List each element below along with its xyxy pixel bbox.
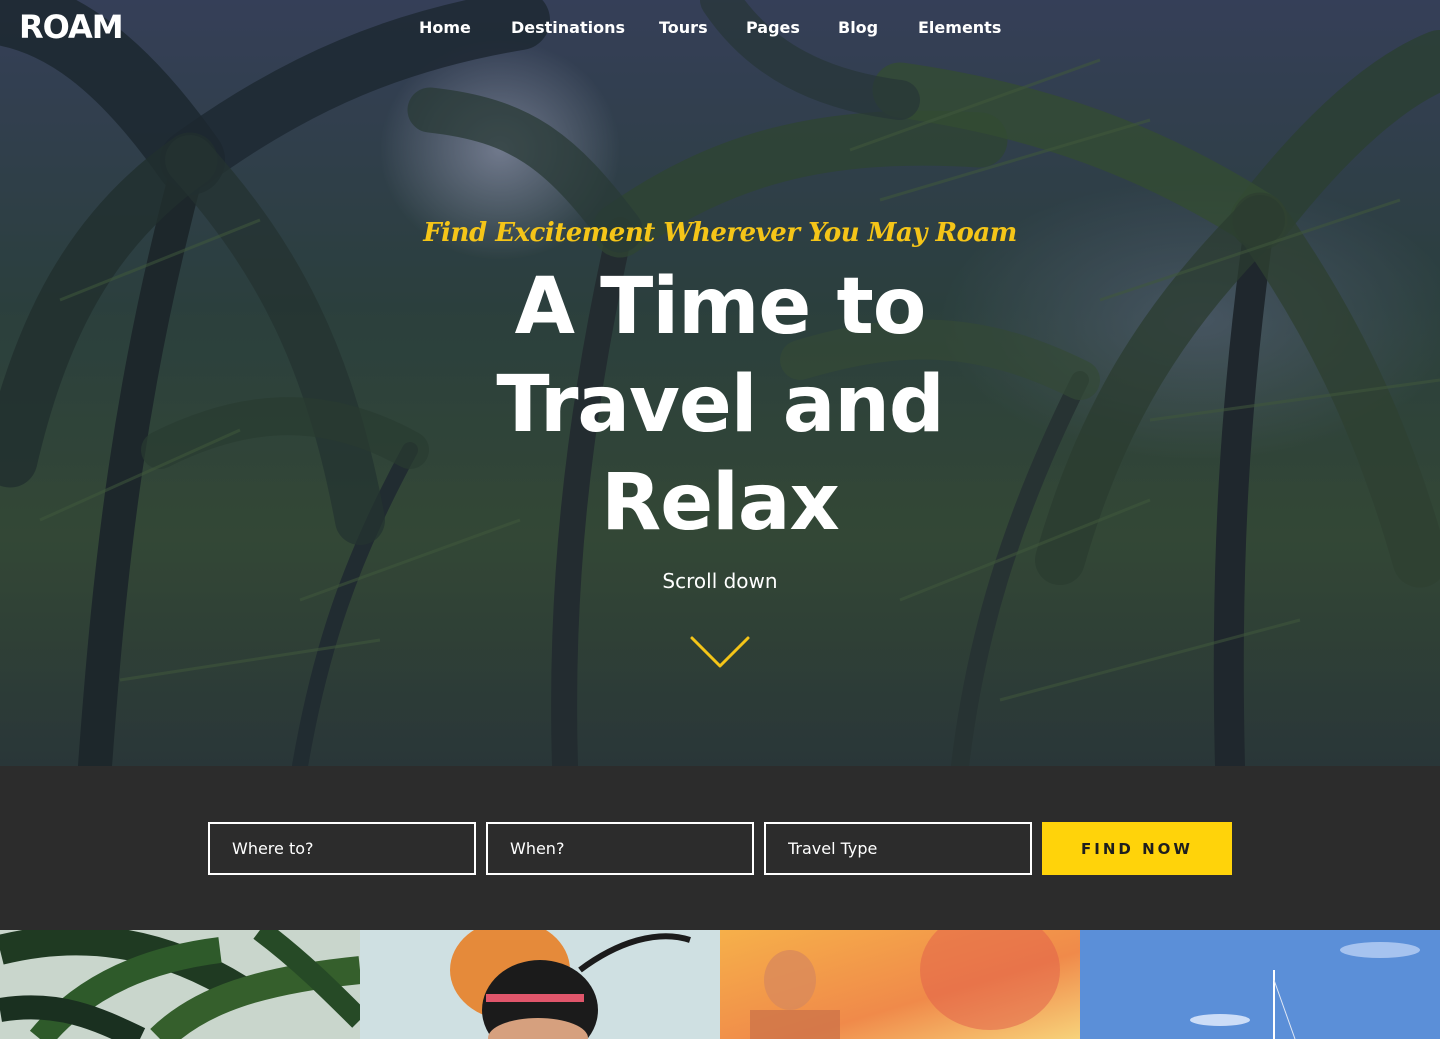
when-input[interactable] (486, 822, 754, 875)
thumbnail-sunset[interactable] (720, 930, 1080, 1039)
thumbnail-palm-leaves[interactable] (0, 930, 360, 1039)
nav-elements[interactable]: Elements (918, 18, 1001, 37)
traveler-portrait-image (360, 930, 720, 1039)
palm-leaves-image (0, 930, 360, 1039)
sailboat-sky-image (1080, 930, 1440, 1039)
hero-section: ROAM Home Destinations Tours Pages Blog … (0, 0, 1440, 766)
where-to-input[interactable] (208, 822, 476, 875)
find-now-button[interactable]: FIND NOW (1042, 822, 1232, 875)
nav-home[interactable]: Home (419, 18, 471, 37)
hero-tagline: Find Excitement Wherever You May Roam (423, 218, 1017, 248)
thumbnail-traveler[interactable] (360, 930, 720, 1039)
destination-thumbnails (0, 930, 1440, 1039)
scroll-down-label[interactable]: Scroll down (0, 569, 1440, 593)
main-nav: Home Destinations Tours Pages Blog Eleme… (0, 18, 1440, 42)
nav-pages[interactable]: Pages (746, 18, 800, 37)
chevron-down-icon[interactable] (689, 634, 751, 670)
hero-headline: A Time to Travel and Relax (496, 262, 944, 548)
thumbnail-sailboat[interactable] (1080, 930, 1440, 1039)
travel-type-input[interactable] (764, 822, 1032, 875)
nav-tours[interactable]: Tours (659, 18, 708, 37)
nav-blog[interactable]: Blog (838, 18, 878, 37)
nav-destinations[interactable]: Destinations (511, 18, 625, 37)
sunset-silhouette-image (720, 930, 1080, 1039)
search-bar: FIND NOW (0, 766, 1440, 930)
